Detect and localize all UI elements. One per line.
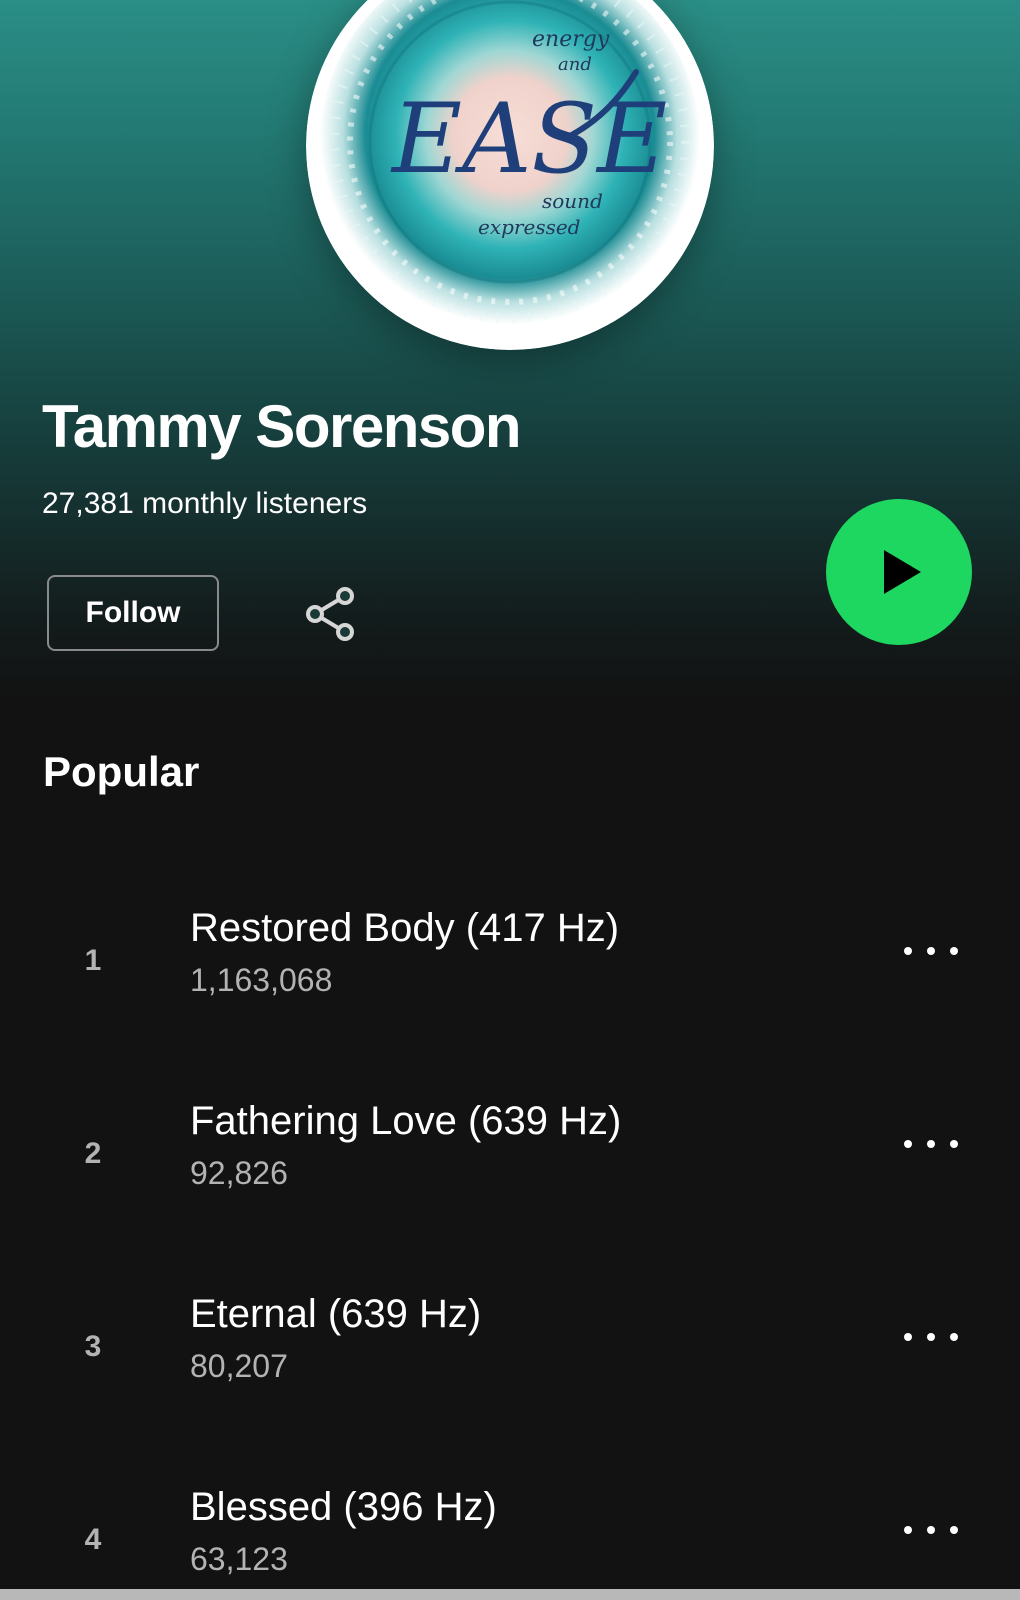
track-row[interactable]: 2 Fathering Love (639 Hz) 92,826 xyxy=(0,1099,1020,1219)
more-options-icon[interactable] xyxy=(904,1322,958,1352)
bottom-divider xyxy=(0,1589,1020,1600)
track-number: 2 xyxy=(84,1137,102,1170)
play-button[interactable] xyxy=(826,499,972,645)
cover-text-energy: energy xyxy=(532,27,610,52)
track-plays: 63,123 xyxy=(190,1541,288,1577)
track-title: Blessed (396 Hz) xyxy=(190,1485,497,1529)
follow-button[interactable]: Follow xyxy=(47,575,219,651)
artist-page: energy and EASE sound expressed Tammy So… xyxy=(0,0,1020,1600)
track-row[interactable]: 4 Blessed (396 Hz) 63,123 xyxy=(0,1485,1020,1600)
artist-cover-image: energy and EASE sound expressed xyxy=(306,0,714,350)
monthly-listeners: 27,381 monthly listeners xyxy=(42,487,368,520)
track-row[interactable]: 1 Restored Body (417 Hz) 1,163,068 xyxy=(0,906,1020,1026)
artist-name: Tammy Sorenson xyxy=(42,393,522,460)
cover-text-sound: sound xyxy=(542,189,603,213)
track-number: 4 xyxy=(84,1523,102,1556)
track-number: 1 xyxy=(84,944,102,977)
cover-text-expressed: expressed xyxy=(478,215,580,239)
track-number: 3 xyxy=(84,1330,102,1363)
popular-heading: Popular xyxy=(43,748,200,795)
more-options-icon[interactable] xyxy=(904,1515,958,1545)
track-plays: 80,207 xyxy=(190,1348,288,1384)
cover-text-ease: EASE xyxy=(390,83,667,195)
play-icon xyxy=(884,550,921,594)
share-icon[interactable] xyxy=(300,582,362,644)
cover-text-and: and xyxy=(558,54,592,75)
track-row[interactable]: 3 Eternal (639 Hz) 80,207 xyxy=(0,1292,1020,1412)
more-options-icon[interactable] xyxy=(904,936,958,966)
track-title: Restored Body (417 Hz) xyxy=(190,906,620,950)
more-options-icon[interactable] xyxy=(904,1129,958,1159)
track-title: Eternal (639 Hz) xyxy=(190,1292,482,1336)
artist-header: energy and EASE sound expressed Tammy So… xyxy=(0,0,1020,700)
track-title: Fathering Love (639 Hz) xyxy=(190,1099,622,1143)
track-plays: 92,826 xyxy=(190,1155,288,1191)
track-plays: 1,163,068 xyxy=(190,962,333,998)
